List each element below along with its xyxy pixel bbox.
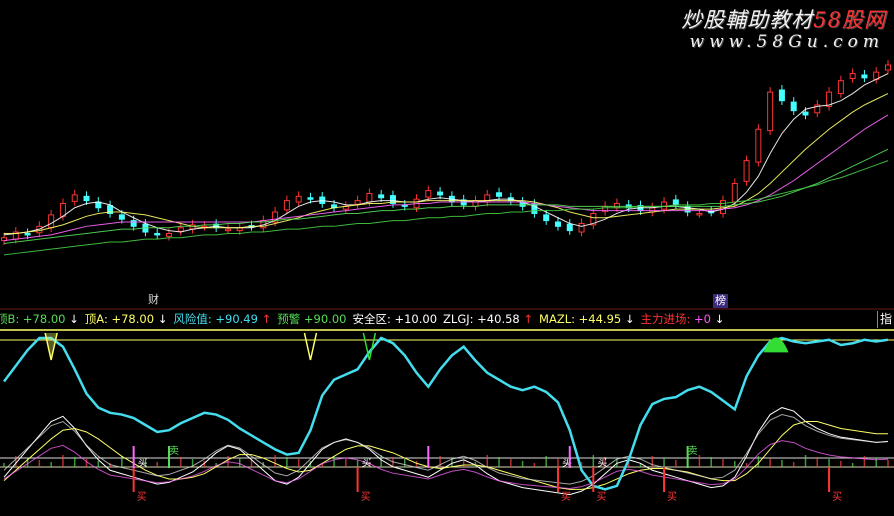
candle-body (778, 89, 785, 102)
candle-body (743, 160, 750, 182)
indicator-label: 安全区: (352, 312, 391, 326)
candle-body (354, 200, 361, 205)
candle-body (224, 228, 231, 232)
candle-body (767, 91, 774, 132)
sell-signal-label: 卖 (169, 445, 179, 457)
candle-body (861, 74, 868, 79)
trade-signal-label: 买 (597, 457, 607, 469)
candle-body (672, 199, 679, 206)
candle-body (802, 111, 809, 116)
indicator-label: 顶B: (0, 312, 20, 326)
arrow-down-icon: ↓ (154, 312, 168, 326)
candle-body (71, 194, 78, 202)
indicator-label: 风险值: (173, 312, 212, 326)
ma-line-ma60 (3, 160, 889, 256)
candle-body (83, 195, 90, 202)
candle-body (437, 191, 444, 196)
candle-body (283, 200, 290, 211)
arrow-down-icon: ↓ (621, 312, 635, 326)
indicator-value: +90.00 (300, 312, 347, 326)
candle-body (48, 214, 55, 229)
arrow-down-icon: ↓ (65, 312, 79, 326)
buy-signal-label: 买 (667, 491, 677, 503)
buy-signal-label: 买 (596, 491, 606, 503)
indicator-item: 预警 +90.00 (277, 312, 346, 326)
candle-body (307, 197, 314, 200)
ranking-event-marker[interactable]: 榜 (713, 294, 728, 308)
indicator-item: 顶A: +78.00 ↓ (85, 312, 168, 326)
indicator-info-bar: 顶B: +78.00 ↓ 顶A: +78.00 ↓ 风险值: +90.49 ↑ 预警 … (0, 310, 894, 328)
arrow-down-icon: ↓ (710, 312, 725, 326)
indicator-value: +90.49 (211, 312, 258, 326)
indicator-label: MAZL: (539, 312, 575, 326)
indicator-item: 安全区: +10.00 (352, 312, 437, 326)
candle-body (130, 220, 137, 227)
candle-body (496, 192, 503, 197)
candle-body (696, 212, 703, 216)
candle-body (366, 192, 373, 203)
trade-signal-label: 买 (138, 457, 148, 469)
indicator-label: 顶A: (84, 312, 108, 326)
candle-body (24, 232, 31, 236)
candle-body (566, 223, 573, 232)
watermark-url: www.58Gu.com (689, 32, 884, 52)
indicator-value: +0 (690, 312, 711, 326)
candle-body (295, 195, 302, 203)
indicator-item: ZLGJ: +40.58 ↑ (443, 312, 533, 326)
candle-body (378, 194, 385, 199)
candle-body (166, 232, 173, 237)
candle-body (578, 222, 585, 233)
arrow-up-icon: ↑ (257, 312, 272, 326)
indicator-value: +78.00 (19, 312, 66, 326)
candle-body (118, 214, 125, 220)
candle-body (885, 64, 891, 71)
indicator-label: ZLGJ: (443, 312, 474, 326)
sell-signal-wedge (303, 332, 318, 361)
candle-body (613, 202, 620, 209)
indicator-value: +10.00 (390, 312, 438, 326)
candle-body (849, 73, 856, 80)
indicator-value: +44.95 (574, 312, 622, 326)
candle-body (177, 227, 184, 232)
candle-body (154, 232, 161, 236)
buy-signal-label: 买 (361, 491, 371, 503)
candle-body (543, 214, 550, 222)
indicator-item: MAZL: +44.95 ↓ (539, 312, 634, 326)
candle-body (59, 202, 66, 217)
candle-body (837, 80, 844, 95)
buy-signal-label: 买 (561, 491, 571, 503)
sell-signal-wedge (44, 332, 58, 361)
indicator-tab[interactable]: 指 (877, 311, 894, 328)
stock-chart[interactable]: 买买买买买买买买买买卖卖 (0, 0, 894, 516)
finance-event-marker[interactable]: 财 (146, 293, 161, 307)
indicator-value: +78.00 (107, 312, 155, 326)
indicator-label: 主力进场: (640, 312, 691, 326)
candle-body (554, 221, 561, 227)
buy-signal-label: 买 (137, 491, 147, 503)
watermark-title: 炒股輔助教材58股网 (681, 4, 886, 34)
ma-line-ma10 (4, 93, 889, 234)
sell-signal-label: 卖 (688, 445, 698, 457)
indicator-label: 预警 (277, 312, 301, 326)
watermark-accent-text: 58股网 (813, 8, 886, 32)
candle-body (731, 182, 738, 203)
watermark-main-text: 炒股輔助教材 (681, 8, 814, 32)
candle-body (790, 101, 797, 112)
indicator-item: 顶B: +78.00 ↓ (0, 312, 79, 326)
candle-body (755, 128, 762, 163)
trade-signal-label: 买 (362, 457, 372, 469)
indicator-value: +40.58 (473, 312, 520, 326)
indicator-item: 主力进场: +0 ↓ (641, 312, 725, 326)
indicator-item: 风险值: +90.49 ↑ (173, 312, 271, 326)
arrow-up-icon: ↑ (519, 312, 534, 326)
candle-body (425, 190, 432, 198)
ma-line-ma30 (3, 148, 889, 244)
buy-signal-label: 买 (832, 491, 842, 503)
